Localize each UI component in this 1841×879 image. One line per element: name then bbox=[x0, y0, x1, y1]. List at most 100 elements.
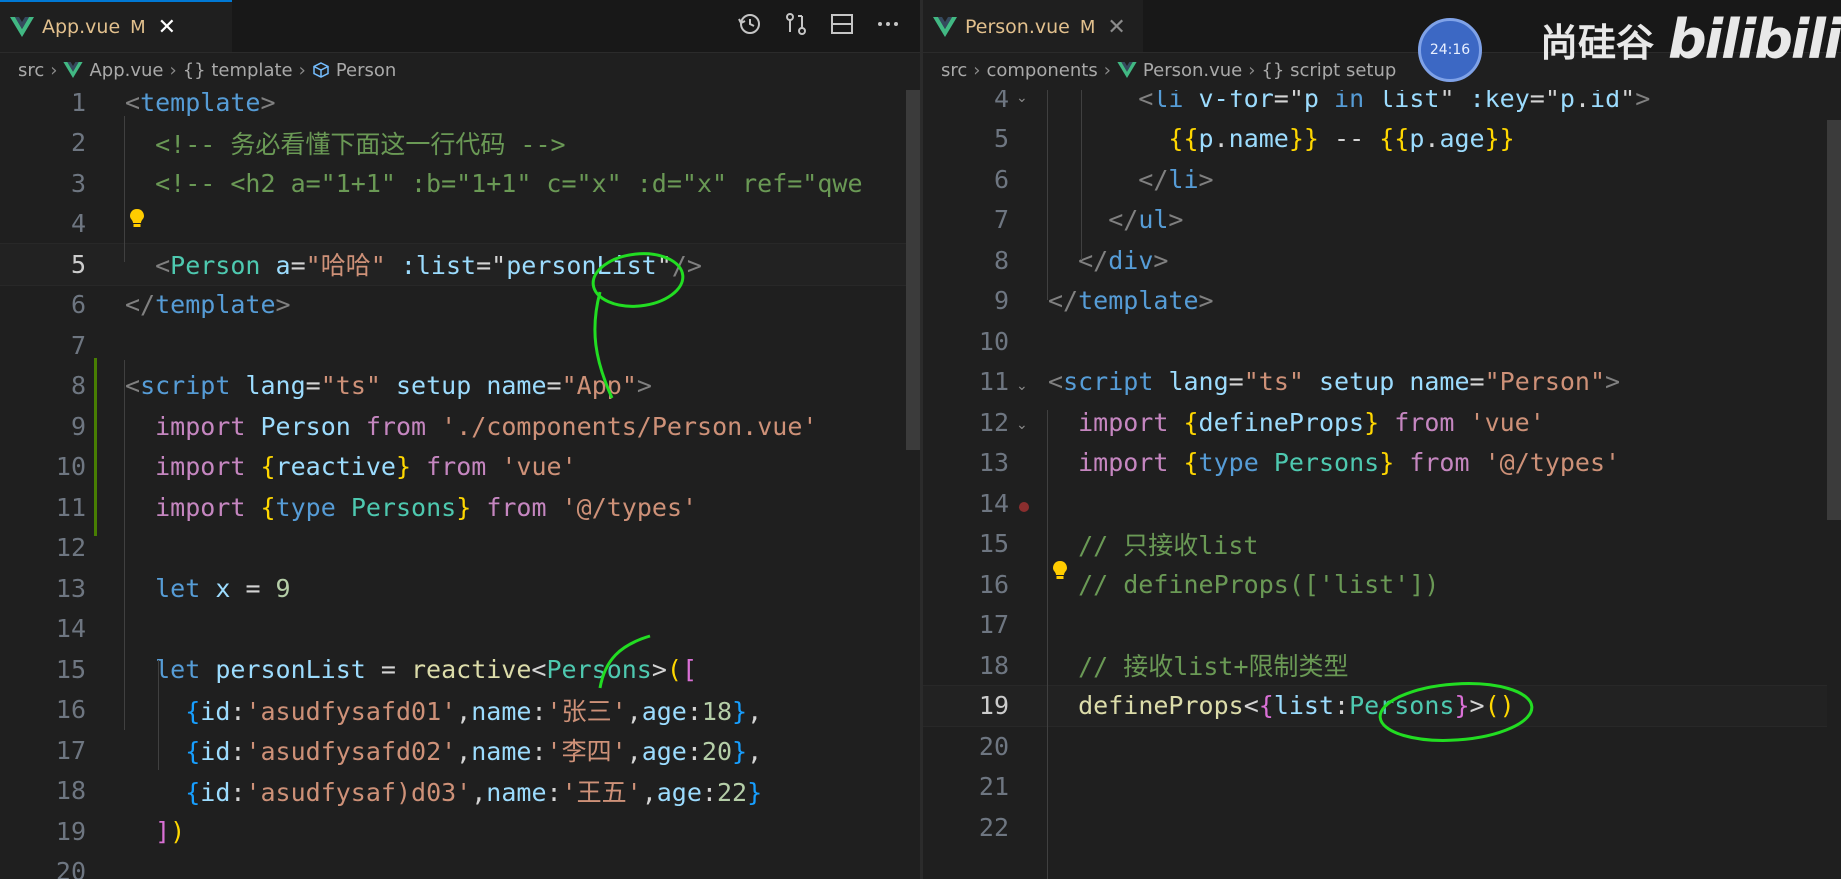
breadcrumb-item-person[interactable]: Person bbox=[336, 60, 397, 81]
breadcrumb-item-file[interactable]: App.vue bbox=[89, 60, 163, 81]
line-number[interactable]: 6 bbox=[923, 165, 1009, 194]
fold-chevron-icon[interactable]: ⌄ bbox=[1016, 417, 1034, 433]
scrollbar[interactable] bbox=[1827, 90, 1841, 879]
line-number[interactable]: 15 bbox=[0, 655, 86, 684]
scrollbar-thumb[interactable] bbox=[906, 90, 920, 450]
code-line[interactable]: 8 </div> bbox=[923, 240, 1841, 281]
code-line[interactable]: 4 <li v-for="p in list" :key="p.id"> bbox=[923, 90, 1841, 119]
line-number[interactable]: 13 bbox=[0, 574, 86, 603]
timeline-history-icon[interactable] bbox=[736, 10, 764, 38]
code-line[interactable]: 17 {id:'asudfysafd02',name:'李四',age:20}, bbox=[0, 730, 920, 771]
breadcrumb-item-components[interactable]: components bbox=[986, 60, 1097, 81]
line-number[interactable]: 8 bbox=[923, 246, 1009, 275]
line-number[interactable]: 4 bbox=[923, 90, 1009, 113]
code-line[interactable]: 1 <template> bbox=[0, 90, 920, 123]
code-line[interactable]: 14 bbox=[923, 483, 1841, 524]
split-editor-icon[interactable] bbox=[828, 10, 856, 38]
tab-app-vue[interactable]: App.vue M ✕ bbox=[0, 0, 232, 52]
line-number[interactable]: 18 bbox=[0, 776, 86, 805]
breadcrumb-item-src[interactable]: src bbox=[18, 60, 44, 81]
code-line[interactable]: 20 bbox=[923, 726, 1841, 767]
line-number[interactable]: 10 bbox=[0, 452, 86, 481]
line-number[interactable]: 14 bbox=[923, 489, 1009, 518]
code-line[interactable]: 9 import Person from './components/Perso… bbox=[0, 406, 920, 447]
code-line[interactable]: 12 import {defineProps} from 'vue' bbox=[923, 402, 1841, 443]
line-number[interactable]: 20 bbox=[923, 732, 1009, 761]
line-number[interactable]: 13 bbox=[923, 448, 1009, 477]
line-number[interactable]: 20 bbox=[0, 857, 86, 879]
tab-person-vue[interactable]: Person.vue M ✕ bbox=[923, 0, 1143, 52]
line-number[interactable]: 10 bbox=[923, 327, 1009, 356]
code-line[interactable]: 19 defineProps<{list:Persons}>() bbox=[923, 684, 1841, 727]
line-number[interactable]: 7 bbox=[0, 331, 86, 360]
breadcrumb-item-script-setup[interactable]: {} script setup bbox=[1261, 60, 1396, 81]
line-number[interactable]: 2 bbox=[0, 128, 86, 157]
code-line[interactable]: 6 </li> bbox=[923, 159, 1841, 200]
line-number[interactable]: 3 bbox=[0, 169, 86, 198]
line-number[interactable]: 4 bbox=[0, 209, 86, 238]
fold-chevron-icon[interactable]: ⌄ bbox=[1016, 90, 1034, 106]
code-line[interactable]: 21 bbox=[923, 767, 1841, 808]
line-number[interactable]: 11 bbox=[0, 493, 86, 522]
code-line[interactable]: 17 bbox=[923, 605, 1841, 646]
code-line[interactable]: 12 bbox=[0, 528, 920, 569]
line-number[interactable]: 8 bbox=[0, 371, 86, 400]
code-line[interactable]: 14 bbox=[0, 609, 920, 650]
code-editor[interactable]: 1 <template> 2 <!-- 务必看懂下面这一行代码 --> 3 <!-- … bbox=[0, 90, 920, 879]
line-number[interactable]: 16 bbox=[923, 570, 1009, 599]
code-line[interactable]: 9 </template> bbox=[923, 281, 1841, 322]
code-line[interactable]: 15 // 只接收list bbox=[923, 524, 1841, 565]
code-line[interactable]: 20 bbox=[0, 852, 920, 879]
line-number[interactable]: 19 bbox=[0, 817, 86, 846]
compare-changes-icon[interactable] bbox=[782, 10, 810, 38]
line-number[interactable]: 22 bbox=[923, 813, 1009, 842]
code-line[interactable]: 22 bbox=[923, 807, 1841, 848]
line-number[interactable]: 12 bbox=[0, 533, 86, 562]
line-number[interactable]: 5 bbox=[923, 124, 1009, 153]
more-actions-icon[interactable] bbox=[874, 10, 902, 38]
code-line[interactable]: 18 {id:'asudfysaf)d03',name:'王五',age:22} bbox=[0, 771, 920, 812]
fold-chevron-icon[interactable]: ⌄ bbox=[1016, 378, 1034, 394]
line-number[interactable]: 19 bbox=[923, 691, 1009, 720]
code-editor[interactable]: 4 <li v-for="p in list" :key="p.id"> 5 {{… bbox=[923, 90, 1841, 879]
tab-close-icon[interactable]: ✕ bbox=[1107, 15, 1125, 40]
code-line[interactable]: 10 bbox=[923, 321, 1841, 362]
code-line[interactable]: 11 <script lang="ts" setup name="Person"> bbox=[923, 362, 1841, 403]
line-number[interactable]: 1 bbox=[0, 90, 86, 117]
lightbulb-icon[interactable] bbox=[128, 208, 146, 230]
code-line[interactable]: 18 // 接收list+限制类型 bbox=[923, 645, 1841, 686]
code-line[interactable]: 7 bbox=[0, 325, 920, 366]
code-line[interactable]: 13 import {type Persons} from '@/types' bbox=[923, 443, 1841, 484]
line-number[interactable]: 17 bbox=[923, 610, 1009, 639]
breadcrumb-item-file[interactable]: Person.vue bbox=[1143, 60, 1242, 81]
code-line[interactable]: 5 {{p.name}} -- {{p.age}} bbox=[923, 119, 1841, 160]
line-number[interactable]: 18 bbox=[923, 651, 1009, 680]
code-line[interactable]: 10 import {reactive} from 'vue' bbox=[0, 447, 920, 488]
code-line[interactable]: 5 <Person a="哈哈" :list="personList"/> bbox=[0, 243, 920, 286]
lightbulb-icon[interactable] bbox=[1051, 560, 1069, 582]
code-line[interactable]: 6 </template> bbox=[0, 285, 920, 326]
code-line[interactable]: 2 <!-- 务必看懂下面这一行代码 --> bbox=[0, 123, 920, 164]
code-line[interactable]: 3 <!-- <h2 a="1+1" :b="1+1" c="x" :d="x"… bbox=[0, 163, 920, 204]
code-line[interactable]: 7 </ul> bbox=[923, 200, 1841, 241]
code-line[interactable]: 8 <script lang="ts" setup name="App"> bbox=[0, 366, 920, 407]
code-line[interactable]: 16 {id:'asudfysafd01',name:'张三',age:18}, bbox=[0, 690, 920, 731]
line-number[interactable]: 11 bbox=[923, 367, 1009, 396]
line-number[interactable]: 7 bbox=[923, 205, 1009, 234]
line-number[interactable]: 12 bbox=[923, 408, 1009, 437]
tab-close-icon[interactable]: ✕ bbox=[158, 15, 176, 40]
line-number[interactable]: 5 bbox=[0, 250, 86, 279]
line-number[interactable]: 17 bbox=[0, 736, 86, 765]
scrollbar[interactable] bbox=[906, 90, 920, 879]
code-line[interactable]: 15 let personList = reactive<Persons>([ bbox=[0, 649, 920, 690]
line-number[interactable]: 6 bbox=[0, 290, 86, 319]
line-number[interactable]: 21 bbox=[923, 772, 1009, 801]
line-number[interactable]: 9 bbox=[0, 412, 86, 441]
scrollbar-thumb[interactable] bbox=[1827, 120, 1841, 520]
line-number[interactable]: 15 bbox=[923, 529, 1009, 558]
code-line[interactable]: 19 ]) bbox=[0, 811, 920, 852]
code-line[interactable]: 13 let x = 9 bbox=[0, 568, 920, 609]
breadcrumb-item-template[interactable]: {} template bbox=[183, 60, 293, 81]
code-line[interactable]: 11 import {type Persons} from '@/types' bbox=[0, 487, 920, 528]
line-number[interactable]: 9 bbox=[923, 286, 1009, 315]
